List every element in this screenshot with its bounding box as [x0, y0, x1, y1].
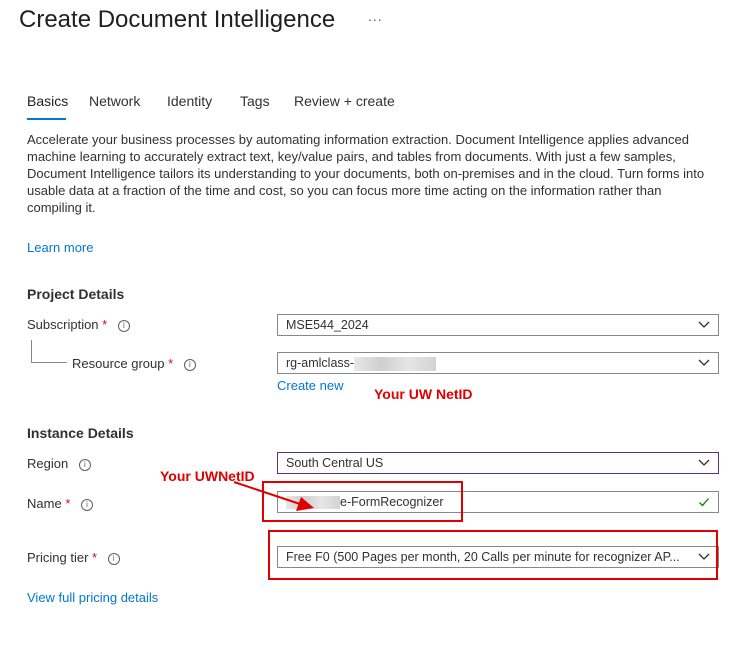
instance-details-heading: Instance Details: [27, 425, 134, 441]
required-marker: *: [168, 356, 174, 371]
required-marker: *: [92, 550, 98, 565]
tab-tags[interactable]: Tags: [240, 93, 270, 109]
page-title: Create Document Intelligence: [19, 6, 336, 33]
info-icon[interactable]: i: [183, 358, 196, 371]
required-marker: *: [65, 496, 71, 511]
tab-review-create[interactable]: Review + create: [294, 93, 395, 109]
name-label: Name * i: [27, 496, 93, 511]
subscription-value: MSE544_2024: [286, 318, 369, 332]
chevron-down-icon: [698, 359, 710, 366]
learn-more-link[interactable]: Learn more: [27, 240, 93, 255]
annotation-netid: Your UW NetID: [374, 386, 473, 402]
tab-identity[interactable]: Identity: [167, 93, 212, 109]
region-value: South Central US: [286, 456, 384, 470]
tab-basics[interactable]: Basics: [27, 93, 68, 109]
info-icon[interactable]: i: [107, 552, 120, 565]
resource-group-label: Resource group * i: [72, 356, 196, 371]
info-icon[interactable]: i: [117, 319, 130, 332]
resource-group-select[interactable]: rg-amlclass-: [277, 352, 719, 374]
required-marker: *: [102, 317, 108, 332]
name-label-text: Name: [27, 496, 62, 511]
highlight-box-pricing: [268, 530, 718, 580]
region-label: Region i: [27, 456, 91, 471]
pricing-tier-label: Pricing tier * i: [27, 550, 120, 565]
annotation-arrow: [233, 481, 314, 511]
chevron-down-icon: [698, 459, 710, 466]
hierarchy-connector: [31, 340, 67, 363]
redacted-netid: [354, 356, 437, 371]
more-options-button[interactable]: ...: [368, 8, 383, 24]
subscription-label: Subscription * i: [27, 317, 130, 332]
subscription-select[interactable]: MSE544_2024: [277, 314, 719, 336]
region-label-text: Region: [27, 456, 69, 471]
pricing-tier-label-text: Pricing tier: [27, 550, 89, 565]
resource-group-text: rg-amlclass-: [286, 356, 355, 370]
info-icon[interactable]: i: [78, 458, 91, 471]
tab-network[interactable]: Network: [89, 93, 140, 109]
region-select[interactable]: South Central US: [277, 452, 719, 474]
active-tab-indicator: [27, 118, 66, 120]
project-details-heading: Project Details: [27, 286, 125, 302]
description-text: Accelerate your business processes by au…: [27, 132, 705, 215]
view-pricing-link[interactable]: View full pricing details: [27, 590, 158, 605]
info-icon[interactable]: i: [81, 498, 93, 511]
resource-group-value: rg-amlclass-: [286, 353, 437, 373]
resource-group-label-text: Resource group: [72, 356, 165, 371]
subscription-label-text: Subscription: [27, 317, 99, 332]
create-new-link[interactable]: Create new: [277, 378, 343, 393]
chevron-down-icon: [698, 321, 710, 328]
check-icon: [699, 498, 709, 507]
